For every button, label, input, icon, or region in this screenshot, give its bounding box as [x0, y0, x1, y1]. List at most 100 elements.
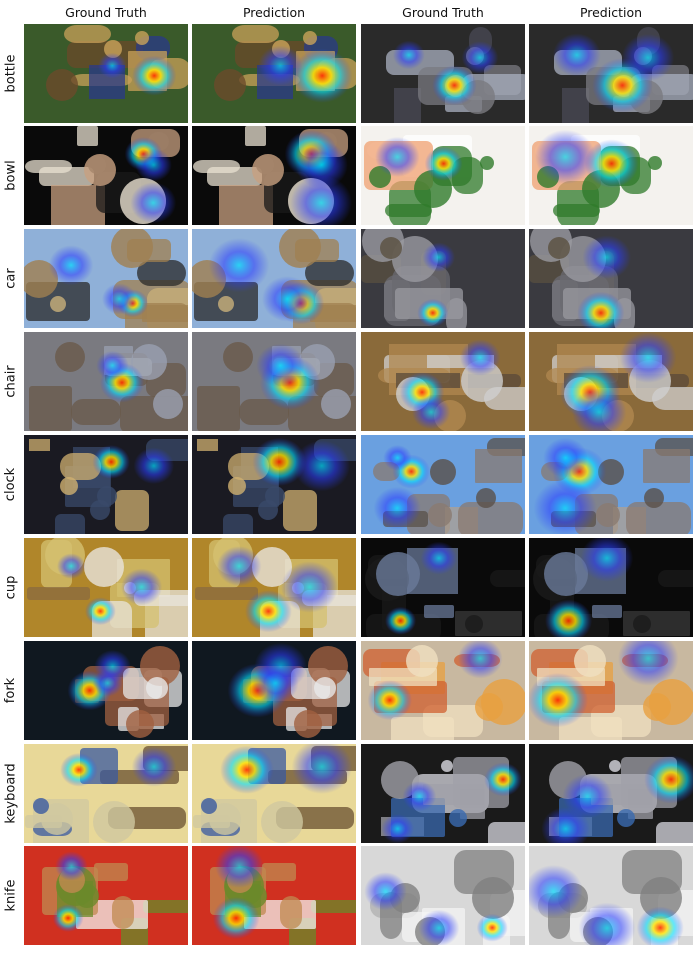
- heatmap-blob: [619, 332, 677, 384]
- image-keyboard-computer-monitor-ground-truth: [361, 744, 525, 843]
- heatmap-blob: [383, 444, 412, 471]
- heatmap-blob: [364, 872, 407, 911]
- row-label-bowl: bowl: [3, 160, 19, 191]
- heatmap-blob: [130, 182, 177, 224]
- heatmap-blob: [98, 52, 127, 79]
- image-cup-dark-office-desk-ground-truth: [361, 538, 525, 637]
- image-clock-cluttered-desk-ground-truth: [24, 435, 188, 534]
- heatmap-blob: [484, 762, 522, 797]
- column-header-3: Ground Truth: [402, 5, 484, 20]
- heatmap-blob: [216, 546, 262, 587]
- image-bottle-picnic-food-ground-truth: [24, 24, 188, 123]
- heatmap-blob: [476, 913, 508, 942]
- image-chair-bedroom-room-ground-truth: [24, 332, 188, 431]
- heatmap-blob: [535, 129, 596, 185]
- image-bowl-plates-table-ground-truth: [24, 126, 188, 225]
- heatmap-blob: [56, 553, 86, 579]
- heatmap-blob: [84, 597, 116, 626]
- image-knife-bw-table-plates-prediction: [529, 846, 693, 945]
- image-fork-pizza-box-ground-truth: [361, 641, 525, 740]
- row-label-fork: fork: [3, 677, 19, 704]
- image-clock-cathedral-towers-ground-truth: [361, 435, 525, 534]
- heatmap-blob: [375, 136, 420, 177]
- heatmap-blob: [256, 343, 305, 388]
- heatmap-blob: [420, 541, 458, 575]
- image-cup-fish-plate-ground-truth: [24, 538, 188, 637]
- heatmap-blob: [292, 48, 353, 103]
- heatmap-blob: [215, 846, 264, 888]
- heatmap-blob: [281, 561, 339, 613]
- image-chair-office-cubicle-prediction: [529, 332, 693, 431]
- image-clock-cluttered-desk-prediction: [192, 435, 356, 534]
- image-chair-bedroom-room-prediction: [192, 332, 356, 431]
- heatmap-blob: [55, 851, 88, 881]
- image-chair-office-cubicle-ground-truth: [361, 332, 525, 431]
- heatmap-blob: [582, 235, 632, 280]
- image-fork-cake-plate-ground-truth: [24, 641, 188, 740]
- heatmap-blob: [459, 339, 501, 376]
- heatmap-blob: [220, 745, 274, 794]
- image-fork-pizza-box-prediction: [529, 641, 693, 740]
- image-clock-cathedral-towers-prediction: [529, 435, 693, 534]
- image-fork-cake-plate-prediction: [192, 641, 356, 740]
- heatmap-blob: [562, 773, 613, 819]
- heatmap-blob: [212, 897, 260, 940]
- column-header-2: Prediction: [242, 5, 306, 20]
- heatmap-blob: [102, 283, 137, 315]
- heatmap-blob: [402, 781, 437, 812]
- heatmap-blob: [48, 245, 94, 286]
- row-label-clock: clock: [3, 467, 19, 502]
- heatmap-blob: [252, 662, 299, 704]
- image-keyboard-computer-monitor-prediction: [529, 744, 693, 843]
- image-knife-burger-plate-prediction: [192, 846, 356, 945]
- row-label-bottle: bottle: [3, 54, 19, 93]
- heatmap-blob: [424, 146, 463, 181]
- heatmap-blob: [96, 350, 129, 381]
- heatmap-blob: [132, 55, 177, 96]
- heatmap-blob: [367, 680, 412, 721]
- heatmap-blob: [135, 148, 172, 182]
- row-label-car: car: [3, 268, 19, 289]
- heatmap-blob: [293, 440, 351, 492]
- image-cup-dark-office-desk-prediction: [529, 538, 693, 637]
- image-car-motorcycles-field-ground-truth: [24, 229, 188, 328]
- heatmap-blob: [262, 276, 313, 322]
- image-car-office-room-prediction: [529, 229, 693, 328]
- heatmap-blob: [133, 447, 175, 485]
- image-knife-bw-table-plates-ground-truth: [361, 846, 525, 945]
- heatmap-blob: [258, 45, 303, 86]
- heatmap-blob: [385, 606, 417, 635]
- image-cup-fish-plate-prediction: [192, 538, 356, 637]
- heatmap-blob: [552, 33, 601, 77]
- heatmap-blob: [60, 752, 98, 787]
- image-keyboard-bedroom-bed-ground-truth: [24, 744, 188, 843]
- heatmap-blob: [381, 814, 414, 843]
- row-label-cup: cup: [3, 575, 19, 600]
- image-bottle-desk-computer-prediction: [529, 24, 693, 123]
- column-header-4: Prediction: [579, 5, 643, 20]
- image-bowl-shrimp-broccoli-plate-prediction: [529, 126, 693, 225]
- row-label-knife: knife: [3, 879, 19, 912]
- heatmap-blob: [621, 33, 675, 82]
- heatmap-blob: [422, 242, 456, 272]
- heatmap-blob: [208, 238, 270, 293]
- column-header-1: Ground Truth: [65, 5, 147, 20]
- heatmap-blob: [411, 394, 451, 430]
- heatmap-blob: [121, 568, 163, 606]
- heatmap-blob: [92, 445, 130, 479]
- heatmap-blob: [529, 672, 588, 728]
- image-bowl-plates-table-prediction: [192, 126, 356, 225]
- image-car-motorcycles-field-prediction: [192, 229, 356, 328]
- image-car-office-room-ground-truth: [361, 229, 525, 328]
- image-bottle-picnic-food-prediction: [192, 24, 356, 123]
- image-keyboard-bedroom-bed-prediction: [192, 744, 356, 843]
- heatmap-blob: [92, 669, 123, 697]
- row-label-chair: chair: [3, 365, 19, 398]
- heatmap-blob: [543, 437, 588, 478]
- image-bottle-desk-computer-ground-truth: [361, 24, 525, 123]
- heatmap-blob: [418, 909, 460, 945]
- image-bowl-shrimp-broccoli-plate-ground-truth: [361, 126, 525, 225]
- heatmap-blob: [392, 40, 425, 70]
- heatmap-blob: [52, 904, 84, 932]
- row-label-keyboard: keyboard: [3, 763, 19, 824]
